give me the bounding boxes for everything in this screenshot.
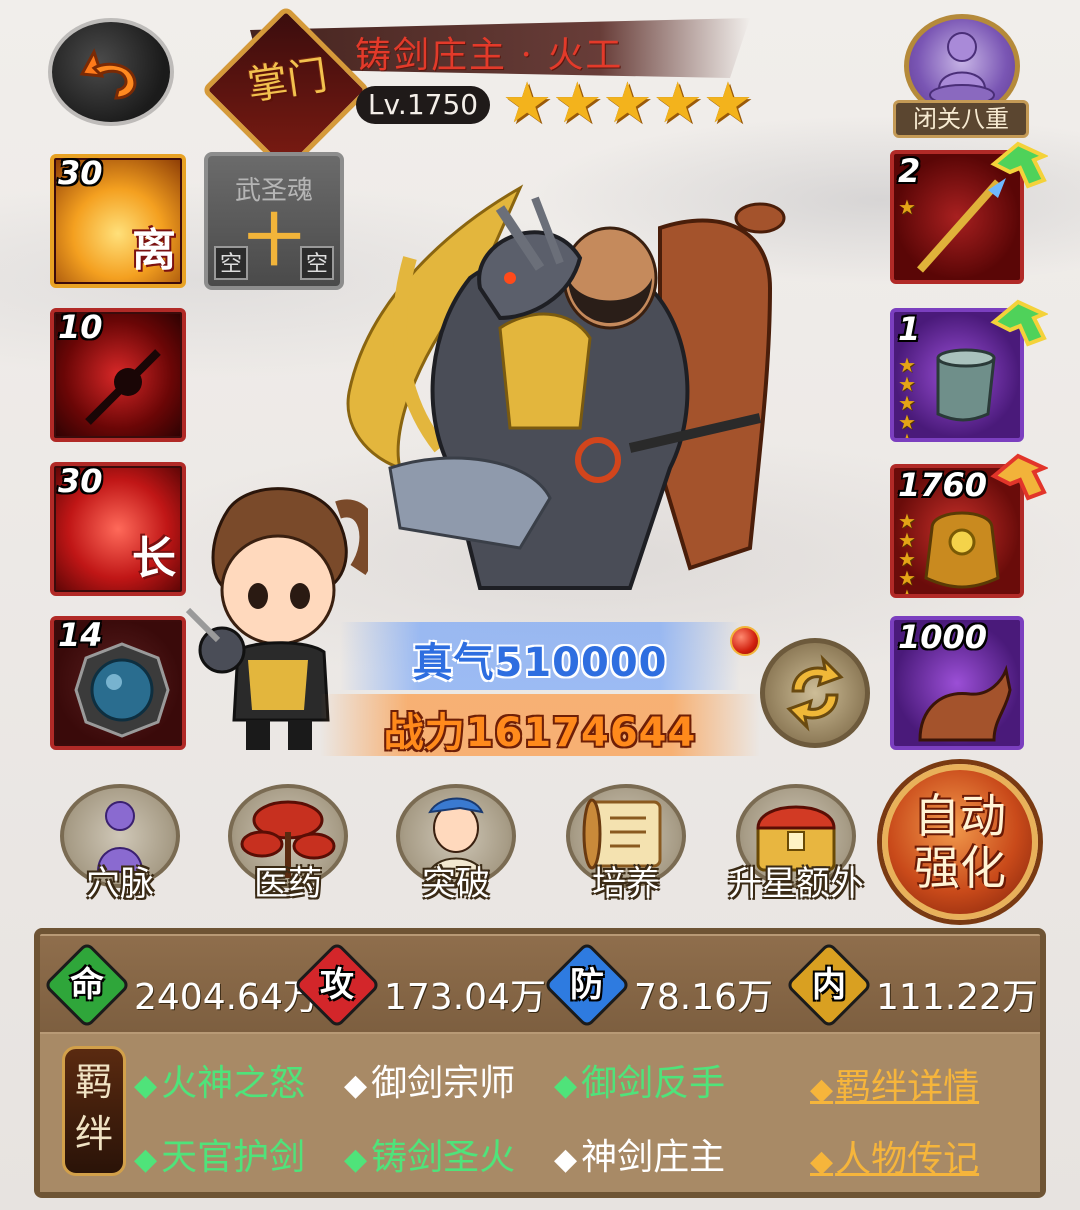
bond-diamond-icon: ◆ bbox=[134, 1142, 158, 1177]
bond-label: 铸剑圣火 bbox=[371, 1137, 516, 1178]
attr-attack-char: 攻 bbox=[320, 965, 354, 1005]
bond-item: ◆ 御剑宗师 bbox=[344, 1054, 515, 1106]
star-icon: ★ bbox=[552, 71, 603, 136]
refresh-button[interactable] bbox=[760, 638, 870, 748]
upgrade-arrow-icon bbox=[990, 299, 1048, 347]
attr-inner-value: 111.22万 bbox=[876, 977, 1038, 1018]
bond-label: 火神之怒 bbox=[161, 1063, 306, 1104]
auto-enhance-label: 自动 强化 bbox=[882, 790, 1038, 894]
attr-life-value: 2404.64万 bbox=[134, 977, 319, 1018]
hero-star-rating: ★ ★ ★ ★ ★ bbox=[502, 76, 753, 132]
bond-diamond-icon: ◆ bbox=[134, 1068, 158, 1103]
upgrade-arrow-icon bbox=[990, 141, 1048, 189]
bond-item: ◆ 火神之怒 bbox=[134, 1054, 305, 1106]
medicine-label: 医药 bbox=[254, 864, 322, 904]
bond-tag-text: 羁绊 bbox=[74, 1060, 113, 1156]
equip-level: 1760 bbox=[898, 466, 988, 504]
skill-char: 离 bbox=[132, 225, 176, 276]
link-diamond-icon: ◆ bbox=[810, 1072, 834, 1107]
breakthrough-label: 突破 bbox=[422, 864, 490, 904]
bond-diamond-icon: ◆ bbox=[554, 1142, 578, 1177]
bond-label: 御剑宗师 bbox=[371, 1063, 516, 1104]
equip-star-icon: ★ bbox=[898, 585, 916, 598]
star-up-extra-label: 升星额外 bbox=[728, 864, 864, 904]
combat-power-value: 战力16174644 bbox=[383, 710, 697, 756]
attr-defense-value: 78.16万 bbox=[634, 977, 774, 1018]
bond-item: ◆ 铸剑圣火 bbox=[344, 1128, 515, 1180]
bond-diamond-icon: ◆ bbox=[344, 1068, 368, 1103]
attr-defense-char: 防 bbox=[570, 965, 604, 1005]
bond-details-link[interactable]: ◆羁绊详情 bbox=[810, 1058, 979, 1110]
link-diamond-icon: ◆ bbox=[810, 1144, 834, 1179]
skill-level: 30 bbox=[58, 462, 103, 500]
star-icon: ★ bbox=[602, 71, 653, 136]
bond-label: 御剑反手 bbox=[581, 1063, 726, 1104]
hero-portrait bbox=[346, 184, 786, 590]
equip-star-rating: ★ bbox=[898, 195, 916, 219]
character-bio-text: 人物传记 bbox=[835, 1139, 980, 1180]
equip-star-icon: ★ bbox=[898, 429, 916, 442]
equip-star-icon: ★ bbox=[898, 195, 916, 219]
back-arrow-icon bbox=[79, 48, 137, 100]
golden-vessel-icon bbox=[924, 511, 1000, 589]
equip-level: 1 bbox=[898, 310, 921, 348]
skill-slot-4[interactable]: 14 bbox=[50, 616, 186, 750]
bond-diamond-icon: ◆ bbox=[344, 1142, 368, 1177]
bull-mount-icon bbox=[918, 664, 1012, 742]
skill-level: 10 bbox=[58, 308, 103, 346]
bond-item: ◆ 神剑庄主 bbox=[554, 1128, 725, 1180]
equip-level: 1000 bbox=[898, 618, 988, 656]
bond-details-text: 羁绊详情 bbox=[835, 1067, 980, 1108]
skill-slot-3[interactable]: 30 长 bbox=[50, 462, 186, 596]
bond-label: 神剑庄主 bbox=[581, 1137, 726, 1178]
equip-slot-mount[interactable]: 1000 bbox=[890, 616, 1024, 750]
star-icon: ★ bbox=[702, 71, 754, 136]
bond-label: 天官护剑 bbox=[161, 1137, 306, 1178]
bond-item: ◆ 御剑反手 bbox=[554, 1054, 725, 1106]
character-bio-link[interactable]: ◆人物传记 bbox=[810, 1130, 979, 1182]
skill-level: 30 bbox=[58, 154, 103, 192]
cultivate-label: 培养 bbox=[592, 864, 660, 904]
equip-level: 2 bbox=[898, 152, 921, 190]
skill-level: 14 bbox=[58, 616, 103, 654]
bond-item: ◆ 天官护剑 bbox=[134, 1128, 305, 1180]
skill-slot-1[interactable]: 30 离 bbox=[50, 154, 186, 288]
equip-star-rating: ★ ★ ★ ★ ★ bbox=[898, 511, 916, 598]
auto-enhance-line2: 强化 bbox=[914, 841, 1006, 895]
meditation-figure-icon bbox=[929, 32, 995, 106]
bond-diamond-icon: ◆ bbox=[554, 1068, 578, 1103]
martial-soul-slot[interactable]: 武圣魂 十 空 空 bbox=[204, 152, 344, 290]
attr-attack-value: 173.04万 bbox=[384, 977, 546, 1018]
attr-inner-char: 内 bbox=[812, 965, 846, 1005]
star-icon: ★ bbox=[652, 71, 703, 136]
true-qi-value: 真气510000 bbox=[412, 640, 668, 686]
sword-warrior-icon bbox=[85, 349, 161, 425]
refresh-icon bbox=[786, 654, 844, 732]
upgrade-arrow-icon bbox=[990, 453, 1048, 501]
star-icon: ★ bbox=[502, 71, 553, 136]
bracer-icon bbox=[936, 348, 996, 422]
notification-dot bbox=[730, 626, 760, 656]
equip-star-rating: ★ ★ ★ ★ ★ bbox=[898, 355, 916, 442]
meridian-label: 穴脉 bbox=[86, 864, 154, 904]
skill-slot-2[interactable]: 10 bbox=[50, 308, 186, 442]
meditation-level-label: 闭关八重 bbox=[893, 100, 1029, 138]
soul-empty-left: 空 bbox=[214, 246, 248, 280]
orb-icon bbox=[74, 642, 170, 738]
attr-life-char: 命 bbox=[70, 965, 104, 1005]
back-button[interactable] bbox=[52, 22, 170, 122]
soul-empty-right: 空 bbox=[300, 246, 334, 280]
auto-enhance-line1: 自动 bbox=[914, 789, 1006, 843]
level-label: Lv.1750 bbox=[356, 86, 490, 124]
bond-tag-label: 羁绊 bbox=[62, 1056, 126, 1160]
